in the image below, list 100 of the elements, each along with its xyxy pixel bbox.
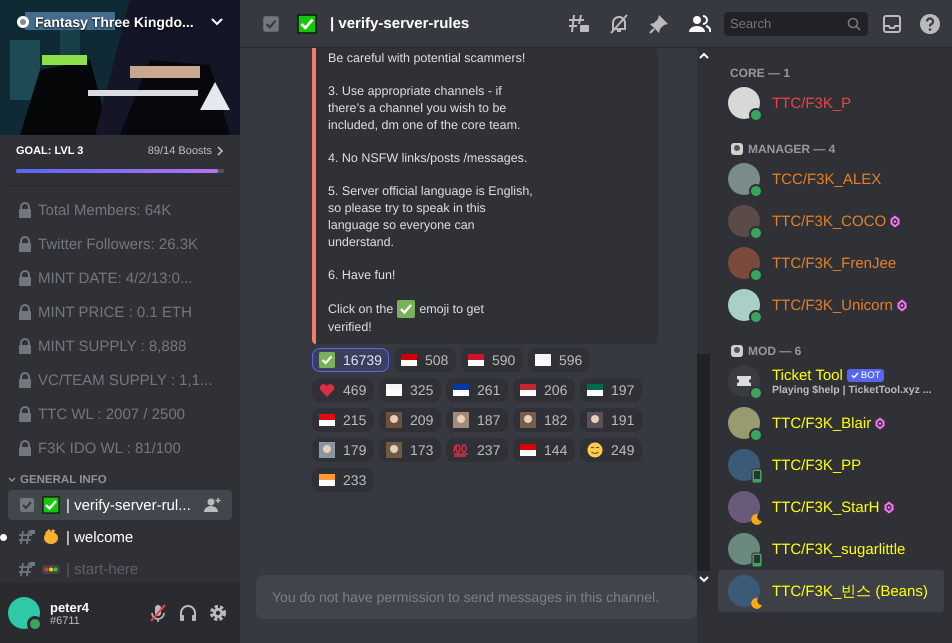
check-emoji-icon xyxy=(319,352,335,368)
lock-icon xyxy=(18,440,32,456)
online-status-icon xyxy=(749,428,763,442)
role-icon xyxy=(730,142,744,156)
unread-dot xyxy=(0,534,7,540)
member-name: TTC/F3K_StarH xyxy=(772,498,880,516)
flag-icon xyxy=(319,474,335,486)
role-header: MOD — 6 xyxy=(748,344,802,358)
channel-item[interactable]: | welcome xyxy=(8,522,232,552)
check-emoji-icon xyxy=(397,300,416,318)
user-avatar[interactable] xyxy=(8,597,40,629)
character-emoji-icon xyxy=(386,442,402,458)
flag-icon xyxy=(587,384,603,396)
chevron-down-icon[interactable] xyxy=(210,17,224,27)
username: peter4 xyxy=(50,600,90,614)
member-activity: Playing $help | TicketTool.xyz ... xyxy=(772,384,932,396)
reaction-button[interactable]: 249 xyxy=(580,438,642,462)
user-tag: #6711 xyxy=(50,614,138,626)
member-name: Ticket Tool xyxy=(772,366,843,384)
member-item[interactable]: TTC/F3K_빈스 (Beans) xyxy=(718,570,944,612)
flag-icon xyxy=(400,354,417,366)
reaction-button[interactable]: 179 xyxy=(312,438,374,462)
hash-lock-icon xyxy=(18,560,36,578)
member-item[interactable]: TTC/F3K_PP xyxy=(718,444,944,486)
reaction-button[interactable]: 469 xyxy=(312,378,374,402)
lock-icon xyxy=(18,406,32,422)
reaction-button[interactable]: 144 xyxy=(513,438,575,462)
member-item[interactable]: Ticket Tool BOT Playing $help | TicketTool.xyz ... xyxy=(718,360,944,402)
character-emoji-icon xyxy=(453,412,469,428)
online-status-icon xyxy=(749,386,763,400)
rules-icon xyxy=(18,496,36,514)
online-status-icon xyxy=(749,184,763,198)
reaction-button[interactable]: 197 xyxy=(580,378,642,402)
role-icon xyxy=(730,344,744,358)
role-header: MANAGER — 4 xyxy=(748,142,836,156)
lock-icon xyxy=(18,202,32,218)
member-item[interactable]: TTC/F3K_StarH xyxy=(718,486,944,528)
reaction-button[interactable]: 233 xyxy=(312,468,374,492)
reaction-button[interactable]: 596 xyxy=(528,348,590,372)
role-header: CORE — 1 xyxy=(730,66,790,80)
lock-icon xyxy=(18,372,32,388)
flag-icon xyxy=(386,384,402,396)
bot-tag: BOT xyxy=(846,368,884,382)
reaction-button[interactable]: 187 xyxy=(446,408,508,432)
help-icon[interactable] xyxy=(919,12,941,34)
reaction-button[interactable]: 191 xyxy=(580,408,642,432)
reaction-button[interactable]: 590 xyxy=(460,348,523,372)
rule-text: 4. No NSFW links/posts /messages. xyxy=(328,150,528,167)
boost-count[interactable]: 89/14 Boosts xyxy=(148,145,212,157)
character-emoji-icon xyxy=(587,412,603,428)
member-name: TTC/F3K_COCO xyxy=(772,212,886,230)
reaction-button[interactable]: 206 xyxy=(513,378,575,402)
chevron-right-icon[interactable] xyxy=(216,146,224,156)
category-header[interactable]: GENERAL INFO xyxy=(8,474,232,486)
reaction-button[interactable]: 16739 xyxy=(312,348,389,372)
reaction-button[interactable]: 215 xyxy=(312,408,374,432)
server-name[interactable]: Fantasy Three Kingdo... xyxy=(35,14,194,30)
rule-text: 5. Server official language is English, so please try to speak in this language so everyone can understand. xyxy=(328,183,533,251)
microphone-icon[interactable] xyxy=(148,603,168,623)
lock-icon xyxy=(18,236,32,252)
member-name: TTC/F3K_P xyxy=(772,94,852,112)
reaction-button[interactable]: 237 xyxy=(446,438,508,462)
smiling-face-icon xyxy=(587,442,603,458)
reaction-button[interactable]: 508 xyxy=(394,348,456,372)
headphones-icon[interactable] xyxy=(178,603,198,623)
lock-icon xyxy=(18,304,32,320)
lock-icon xyxy=(18,338,32,354)
traffic-light-icon xyxy=(42,564,60,574)
ticket-icon xyxy=(736,375,752,387)
flag-icon xyxy=(520,384,536,396)
idle-status-icon xyxy=(749,512,763,526)
rules-icon xyxy=(261,14,281,34)
member-item[interactable]: TTC/F3K_Blair xyxy=(718,402,944,444)
reaction-button[interactable]: 325 xyxy=(379,378,441,402)
member-item[interactable]: TTC/F3K_FrenJee xyxy=(718,242,944,284)
member-item[interactable]: TCC/F3K_ALEX xyxy=(718,158,944,200)
flag-icon xyxy=(453,384,469,396)
flag-icon xyxy=(520,444,536,456)
scroll-down-icon[interactable] xyxy=(698,575,708,583)
reaction-button[interactable]: 182 xyxy=(513,408,575,432)
reaction-button[interactable]: 173 xyxy=(379,438,441,462)
inbox-icon[interactable] xyxy=(881,12,903,34)
flag-icon xyxy=(534,354,551,366)
mobile-status-icon xyxy=(751,468,763,484)
hash-lock-icon xyxy=(18,528,36,546)
online-status-icon xyxy=(749,268,763,282)
check-emoji-icon xyxy=(42,496,60,514)
add-member-icon[interactable] xyxy=(204,497,222,513)
scroll-up-icon[interactable] xyxy=(698,52,708,60)
reaction-button[interactable]: 261 xyxy=(446,378,508,402)
search-field[interactable]: Search xyxy=(724,12,868,36)
rule-text: 6. Have fun! xyxy=(328,267,396,284)
member-item[interactable]: TTC/F3K_sugarlittle xyxy=(718,528,944,570)
online-status-icon xyxy=(749,108,763,122)
channel-item[interactable]: | verify-server-rul... xyxy=(8,490,232,520)
reaction-button[interactable]: 209 xyxy=(379,408,441,432)
member-item[interactable]: TTC/F3K_COCO xyxy=(718,200,944,242)
member-item[interactable]: TTC/F3K_P xyxy=(718,82,944,124)
settings-icon[interactable] xyxy=(208,603,228,623)
member-item[interactable]: TTC/F3K_Unicorn xyxy=(718,284,944,326)
